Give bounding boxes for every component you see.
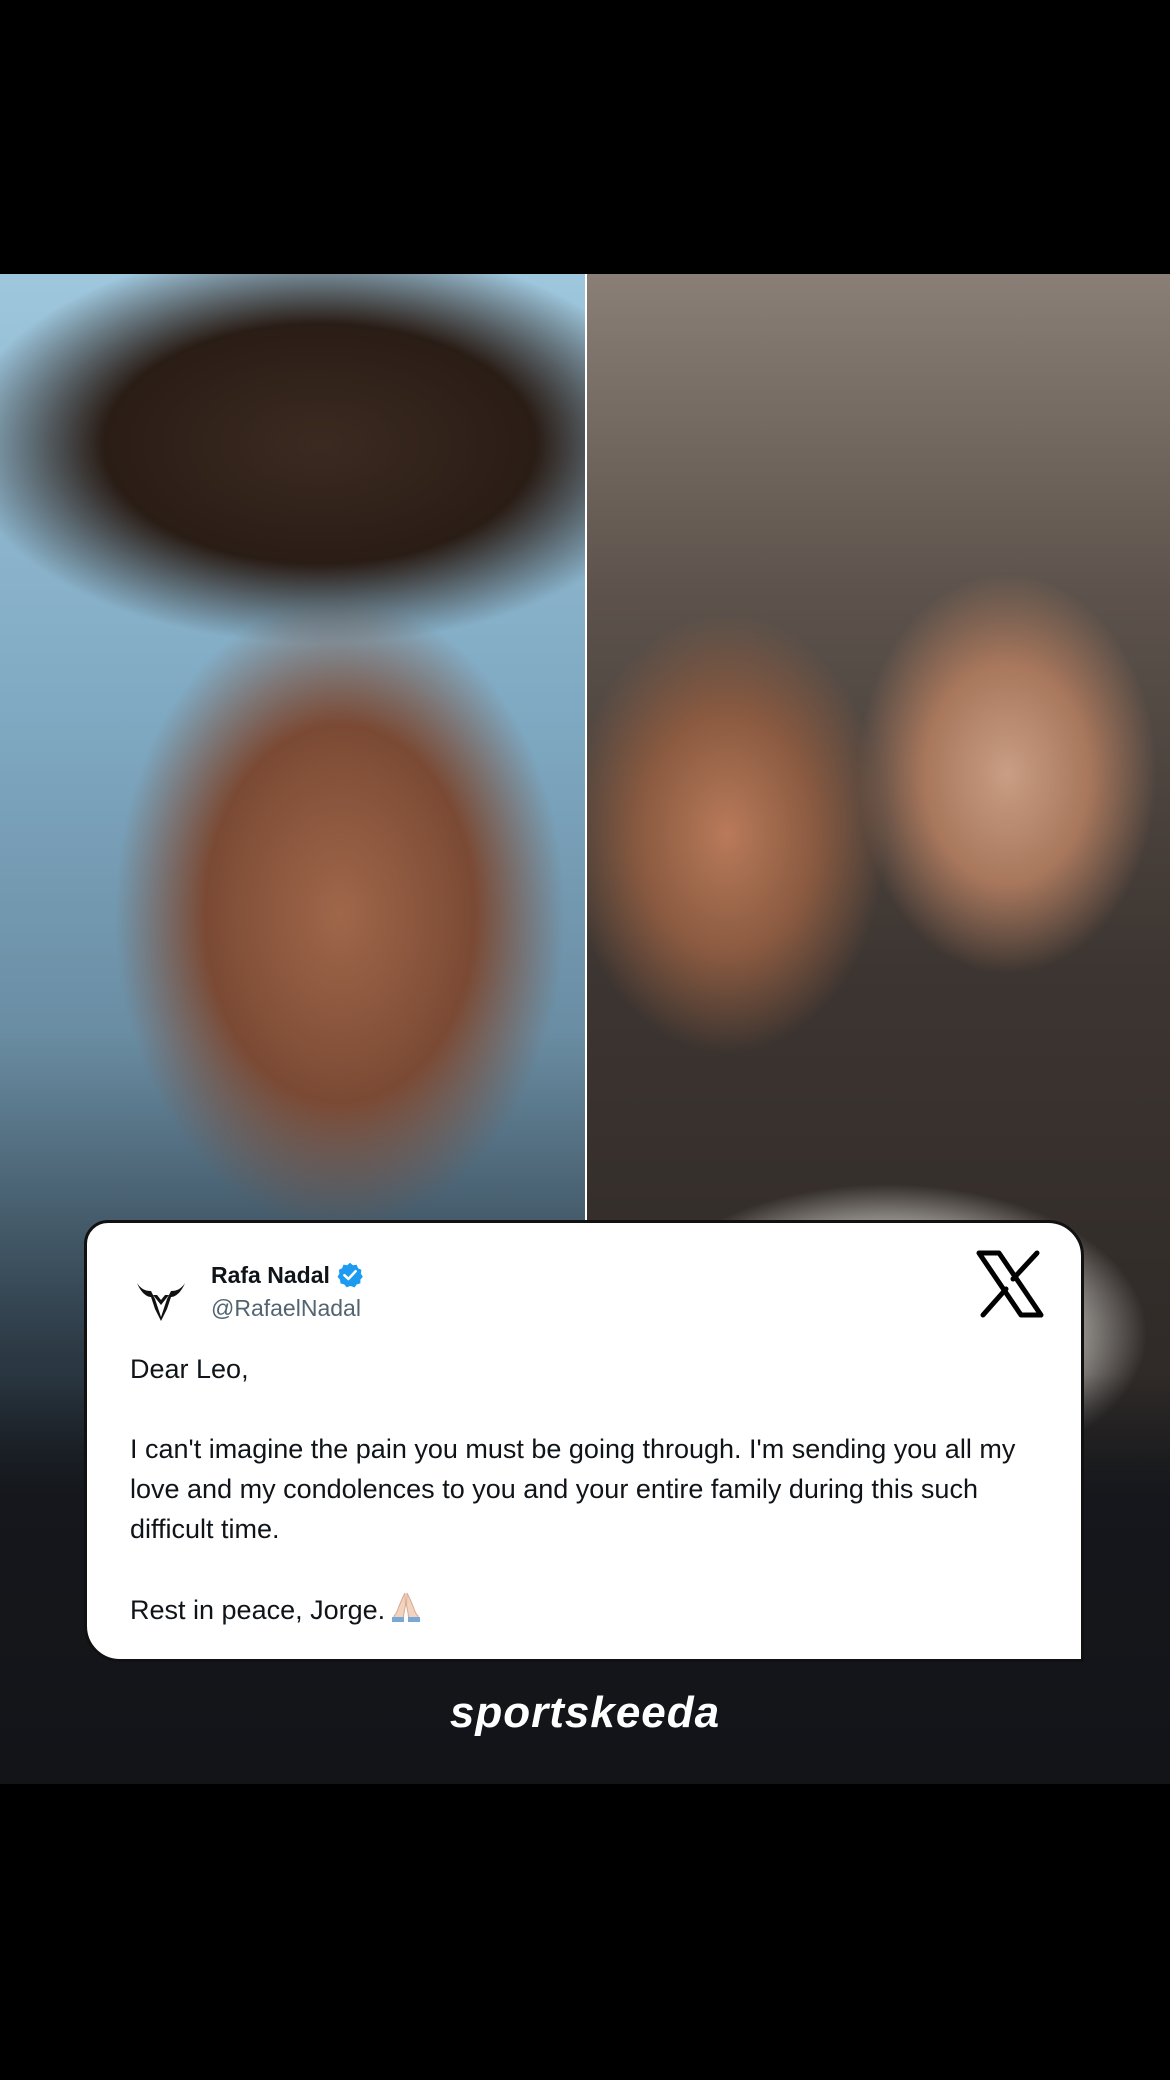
tweet-card[interactable]: Rafa Nadal @RafaelNadal Dear Leo, I can'… — [84, 1220, 1084, 1662]
tweet-closing-text: Rest in peace, Jorge. — [130, 1595, 386, 1625]
tweet-paragraph-closing: Rest in peace, Jorge. — [130, 1589, 1050, 1630]
tweet-text: Dear Leo, I can't imagine the pain you m… — [130, 1349, 1050, 1630]
author-name: Rafa Nadal — [211, 1261, 330, 1288]
x-logo-icon[interactable] — [975, 1249, 1045, 1319]
sportskeeda-logo: sportskeeda — [449, 1688, 721, 1737]
author-row: Rafa Nadal — [211, 1261, 364, 1289]
tweet-paragraph-greeting: Dear Leo, — [130, 1354, 249, 1384]
verified-badge-icon — [337, 1262, 363, 1288]
author-handle[interactable]: @RafaelNadal — [211, 1295, 361, 1322]
rafa-nadal-bull-logo-icon — [137, 1283, 185, 1321]
post-graphic: Rafa Nadal @RafaelNadal Dear Leo, I can'… — [0, 274, 1170, 1784]
tweet-paragraph-message: I can't imagine the pain you must be goi… — [130, 1434, 1016, 1544]
praying-hands-icon — [392, 1592, 421, 1622]
